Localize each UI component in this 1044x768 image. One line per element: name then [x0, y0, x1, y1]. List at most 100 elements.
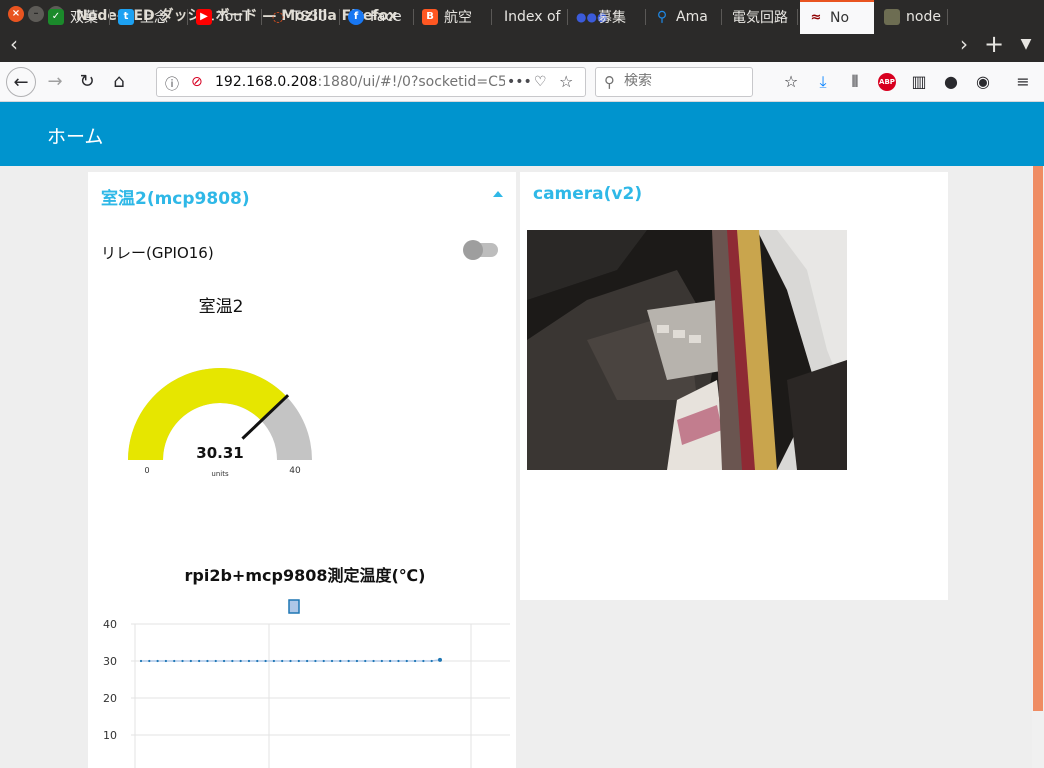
tab-node-red-active[interactable]: ≈ No	[800, 0, 874, 34]
search-input[interactable]	[624, 73, 744, 89]
menu-icon[interactable]: ≡	[1011, 70, 1035, 94]
tab-label: 航空	[444, 10, 472, 26]
data-point	[272, 659, 275, 663]
node-red-icon: ≈	[810, 10, 822, 25]
gauge-title: 室温2	[198, 297, 244, 317]
tab-futaba[interactable]: ✓ 双葉	[40, 0, 110, 34]
tabs-scroll-right-button[interactable]: ›	[950, 28, 978, 62]
data-point	[189, 659, 192, 663]
reload-button[interactable]: ↻	[72, 67, 102, 97]
data-point	[380, 659, 383, 663]
data-point	[231, 659, 234, 663]
tab-label: 電気回路	[732, 10, 788, 26]
dots-icon: ●●●	[576, 10, 608, 24]
data-point	[389, 659, 392, 663]
tab-blogger[interactable]: B 航空	[414, 0, 492, 34]
data-point	[364, 659, 367, 663]
camera-photo	[527, 230, 847, 470]
data-point	[247, 659, 251, 663]
tab-youtube[interactable]: ▶ YouT	[188, 0, 262, 34]
pocket-icon[interactable]: ♡	[534, 74, 547, 90]
data-point	[339, 659, 342, 663]
tab-label: Index of	[504, 9, 561, 25]
tab-denki-kairo[interactable]: 電気回路	[722, 0, 798, 34]
new-tab-button[interactable]: +	[980, 28, 1008, 62]
tab-label: 双葉	[70, 10, 98, 26]
page-actions-icon[interactable]: •••	[507, 74, 532, 90]
relay-switch-label: リレー(GPIO16)	[101, 244, 214, 262]
chart-title: rpi2b+mcp9808測定温度(℃)	[184, 566, 426, 585]
tab-facebook[interactable]: f Face	[340, 0, 414, 34]
nav-toolbar: ← → ↻ ⌂ ⓘ ⊘ 192.168.0.208:1880/ui/#!/0?s…	[0, 62, 1044, 102]
data-point	[322, 659, 325, 663]
data-point	[206, 659, 209, 663]
tab-list-chevron-down-icon[interactable]: ▼	[1012, 28, 1040, 62]
tab-amazon[interactable]: ⚲ Ama	[646, 0, 722, 34]
adblock-plus-icon[interactable]: ABP	[878, 73, 896, 91]
temperature-gauge: 30.31 units 0 40	[128, 368, 312, 478]
data-point	[156, 659, 159, 663]
tab-label: node	[906, 9, 941, 25]
relay-switch-toggle[interactable]	[463, 240, 498, 260]
bookmarks-star-icon[interactable]: ☆	[779, 70, 803, 94]
y-tick-label: 20	[103, 692, 117, 705]
tab-label: Face	[370, 9, 402, 25]
gauge-min-label: 0	[144, 466, 149, 475]
y-tick-label: 30	[103, 655, 117, 668]
data-point	[164, 659, 168, 663]
data-point	[139, 659, 143, 663]
group-title-room-temp: 室温2(mcp9808)	[101, 189, 250, 209]
tab-boshu[interactable]: ●●● 募集	[568, 0, 646, 34]
download-icon[interactable]: ⤓	[811, 70, 835, 94]
switch-knob[interactable]	[463, 240, 483, 260]
extension-icon[interactable]: ●	[939, 70, 963, 94]
y-tick-label: 40	[103, 618, 117, 631]
info-icon[interactable]: ⓘ	[165, 74, 179, 94]
spinner-icon: ◌	[271, 9, 285, 25]
tab-label: No	[830, 10, 850, 26]
bookmark-star-icon[interactable]: ☆	[559, 72, 573, 91]
account-icon[interactable]: ◉	[971, 70, 995, 94]
library-icon[interactable]: ⫴	[843, 70, 867, 94]
window-close-button[interactable]: ×	[8, 6, 24, 22]
dashboard-header: ホーム	[0, 102, 1044, 166]
scrollbar-thumb[interactable]	[1033, 166, 1043, 711]
tab-node[interactable]: node	[876, 0, 948, 34]
data-point	[372, 659, 375, 663]
data-point	[355, 659, 359, 663]
home-button[interactable]: ⌂	[104, 67, 134, 97]
search-icon: ⚲	[604, 73, 615, 91]
tab-index-of[interactable]: Index of	[492, 0, 568, 34]
data-point	[289, 659, 292, 663]
search-bar[interactable]: ⚲	[595, 67, 753, 97]
scrollbar[interactable]	[1032, 166, 1044, 768]
insecure-lock-icon[interactable]: ⊘	[191, 74, 203, 90]
avatar-icon	[884, 9, 900, 25]
tab-jonen[interactable]: t 上念	[110, 0, 188, 34]
data-point	[397, 659, 400, 663]
forward-button[interactable]: →	[40, 67, 70, 97]
sidebar-icon[interactable]: ▥	[907, 70, 931, 94]
tab-label: 上念	[140, 10, 168, 26]
url-text[interactable]: 192.168.0.208:1880/ui/#!/0?socketid=C5f	[215, 74, 505, 90]
tab-ts30[interactable]: ◌ TS30	[262, 0, 340, 34]
map-pin-icon: ⚲	[656, 9, 668, 25]
data-point	[264, 659, 267, 663]
camera-image	[527, 230, 847, 470]
collapse-arrow-icon[interactable]	[493, 191, 503, 197]
data-point	[422, 659, 425, 663]
tab-label: Ama	[676, 9, 708, 25]
data-point	[148, 659, 151, 663]
data-point	[430, 659, 433, 663]
temperature-line-chart: 403020100	[103, 599, 510, 768]
data-point	[173, 659, 176, 663]
tabs-scroll-left-button[interactable]: ‹	[0, 28, 28, 62]
data-point	[214, 659, 217, 663]
data-point	[314, 659, 317, 663]
back-button[interactable]: ←	[6, 67, 36, 97]
gauge-units: units	[211, 470, 229, 478]
group-title-camera: camera(v2)	[533, 184, 643, 204]
url-bar[interactable]: ⓘ ⊘ 192.168.0.208:1880/ui/#!/0?socketid=…	[156, 67, 586, 97]
data-point	[306, 659, 309, 663]
data-point	[239, 659, 242, 663]
